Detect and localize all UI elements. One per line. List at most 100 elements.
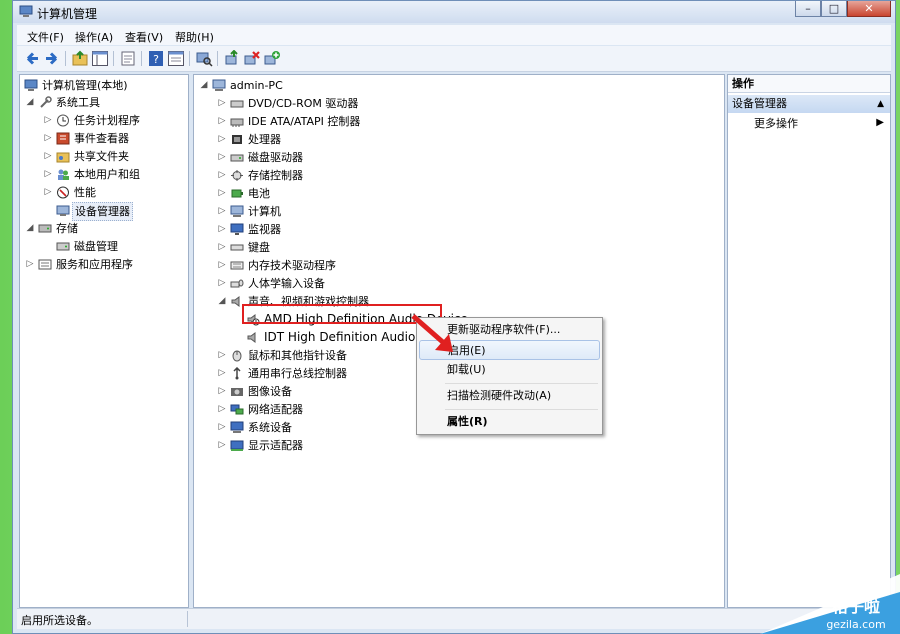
expand-triangle-icon[interactable]: ▷ xyxy=(44,130,52,147)
hid-icon xyxy=(230,279,244,288)
menu-separator xyxy=(445,383,598,384)
expand-triangle-icon[interactable]: ▷ xyxy=(218,419,226,436)
more-actions-label: 更多操作 xyxy=(754,117,798,130)
expand-triangle-icon[interactable]: ▷ xyxy=(218,203,226,220)
expand-triangle-icon[interactable]: ▷ xyxy=(44,148,52,165)
collapse-triangle-icon[interactable]: ◢ xyxy=(200,77,208,94)
menu-item-label: 扫描检测硬件改动(A) xyxy=(447,389,552,402)
svg-text:?: ? xyxy=(153,53,159,66)
expand-triangle-icon[interactable]: ▷ xyxy=(26,256,34,273)
menu-help[interactable]: 帮助(H) xyxy=(175,29,214,45)
speaker-icon xyxy=(247,332,256,343)
status-text: 启用所选设备。 xyxy=(21,614,98,627)
actions-section-label: 设备管理器 xyxy=(732,97,787,110)
expand-triangle-icon[interactable]: ▷ xyxy=(218,113,226,130)
computer-icon xyxy=(212,79,226,91)
window-controls: – □ ✕ xyxy=(795,1,891,19)
usb-icon xyxy=(233,367,241,380)
network-adapter-icon xyxy=(230,404,244,415)
device-category-label: 存储控制器 xyxy=(248,169,303,182)
tree-item-label: 服务和应用程序 xyxy=(56,258,133,271)
uninstall-device-icon[interactable] xyxy=(243,50,261,67)
properties-view-icon[interactable] xyxy=(167,50,185,67)
expand-triangle-icon[interactable]: ▷ xyxy=(218,383,226,400)
menu-action[interactable]: 操作(A) xyxy=(75,29,113,45)
tools-icon xyxy=(40,96,52,108)
tree-item-label: 性能 xyxy=(74,186,96,199)
device-category-label: 处理器 xyxy=(248,133,281,146)
menu-properties[interactable]: 属性(R) xyxy=(419,412,600,432)
device-category-label: 人体学输入设备 xyxy=(248,277,325,290)
menu-scan-hardware[interactable]: 扫描检测硬件改动(A) xyxy=(419,386,600,406)
menu-item-label: 属性(R) xyxy=(447,415,488,428)
expand-triangle-icon[interactable]: ▷ xyxy=(218,401,226,418)
watermark-line2: gezila.com xyxy=(826,618,885,631)
up-folder-icon[interactable] xyxy=(71,50,89,67)
navigation-tree: 计算机管理(本地) ◢ 系统工具 ▷ 任务计划程序 ▷ 事件查看器 ▷ 共享文件… xyxy=(19,74,189,608)
expand-triangle-icon[interactable]: ▷ xyxy=(218,131,226,148)
computer-icon xyxy=(230,205,244,217)
watermark-line1: 格子啦 xyxy=(832,597,880,616)
menu-uninstall[interactable]: 卸载(U) xyxy=(419,360,600,380)
expand-triangle-icon[interactable]: ▷ xyxy=(218,167,226,184)
maximize-button[interactable]: □ xyxy=(821,1,847,17)
red-arrow-icon xyxy=(411,314,453,352)
expand-triangle-icon[interactable]: ▷ xyxy=(218,149,226,166)
system-device-icon xyxy=(230,421,244,433)
window-title: 计算机管理 xyxy=(37,7,98,21)
menu-item-label: 卸载(U) xyxy=(447,363,486,376)
minimize-button[interactable]: – xyxy=(795,1,821,17)
help-icon[interactable]: ? xyxy=(147,50,165,67)
expand-triangle-icon[interactable]: ▷ xyxy=(218,221,226,238)
expand-triangle-icon[interactable]: ▷ xyxy=(218,365,226,382)
expand-triangle-icon[interactable]: ▷ xyxy=(218,347,226,364)
tree-item-label: 任务计划程序 xyxy=(74,114,140,127)
scan-hardware-icon[interactable] xyxy=(195,50,213,67)
clock-icon xyxy=(57,114,69,127)
expand-triangle-icon[interactable]: ▷ xyxy=(218,257,226,274)
collapse-triangle-icon[interactable]: ◢ xyxy=(218,293,226,310)
expand-triangle-icon[interactable]: ▷ xyxy=(44,166,52,183)
forward-arrow-icon[interactable] xyxy=(43,50,61,67)
actions-section-device-manager[interactable]: 设备管理器 ▲ xyxy=(728,95,890,113)
menu-view[interactable]: 查看(V) xyxy=(125,29,163,45)
storage-controller-icon xyxy=(231,170,243,181)
enable-device-icon[interactable] xyxy=(263,50,281,67)
monitor-icon xyxy=(230,223,244,235)
title-bar: 计算机管理 – □ ✕ xyxy=(13,1,895,23)
tree-item-label: 共享文件夹 xyxy=(74,150,129,163)
services-icon xyxy=(38,259,52,270)
show-hide-tree-icon[interactable] xyxy=(91,50,109,67)
expand-triangle-icon[interactable]: ▷ xyxy=(218,185,226,202)
expand-triangle-icon[interactable]: ▷ xyxy=(218,95,226,112)
update-driver-icon[interactable] xyxy=(223,50,241,67)
more-actions[interactable]: 更多操作 xyxy=(754,117,798,131)
collapse-triangle-icon[interactable]: ◢ xyxy=(26,220,34,237)
computer-management-icon xyxy=(19,5,33,17)
collapse-triangle-icon[interactable]: ◢ xyxy=(26,94,34,111)
battery-icon xyxy=(231,189,243,198)
expand-triangle-icon[interactable]: ▷ xyxy=(218,239,226,256)
device-category-label: IDE ATA/ATAPI 控制器 xyxy=(248,115,361,128)
keyboard-icon xyxy=(230,244,244,251)
device-category-label: 显示适配器 xyxy=(248,439,303,452)
toolbar: ? xyxy=(17,46,891,72)
display-adapter-icon xyxy=(230,440,244,451)
expand-triangle-icon[interactable]: ▷ xyxy=(44,112,52,129)
computer-management-icon xyxy=(24,79,38,91)
watermark-logo: 格子啦 gezila.com xyxy=(760,574,900,634)
submenu-arrow-icon[interactable]: ▶ xyxy=(876,117,884,128)
expand-triangle-icon[interactable]: ▷ xyxy=(44,184,52,201)
close-button[interactable]: ✕ xyxy=(847,1,891,17)
back-arrow-icon[interactable] xyxy=(23,50,41,67)
expand-triangle-icon[interactable]: ▷ xyxy=(218,437,226,454)
export-list-icon[interactable] xyxy=(119,50,137,67)
device-category-label: 网络适配器 xyxy=(248,403,303,416)
expand-triangle-icon[interactable]: ▷ xyxy=(218,275,226,292)
tree-item-label: 存储 xyxy=(56,222,78,235)
menu-bar: 文件(F) 操作(A) 查看(V) 帮助(H) xyxy=(17,25,891,45)
device-category-label: 系统设备 xyxy=(248,421,292,434)
tree-item-label: 系统工具 xyxy=(56,96,100,109)
menu-file[interactable]: 文件(F) xyxy=(27,29,64,45)
collapse-up-icon[interactable]: ▲ xyxy=(877,95,884,113)
